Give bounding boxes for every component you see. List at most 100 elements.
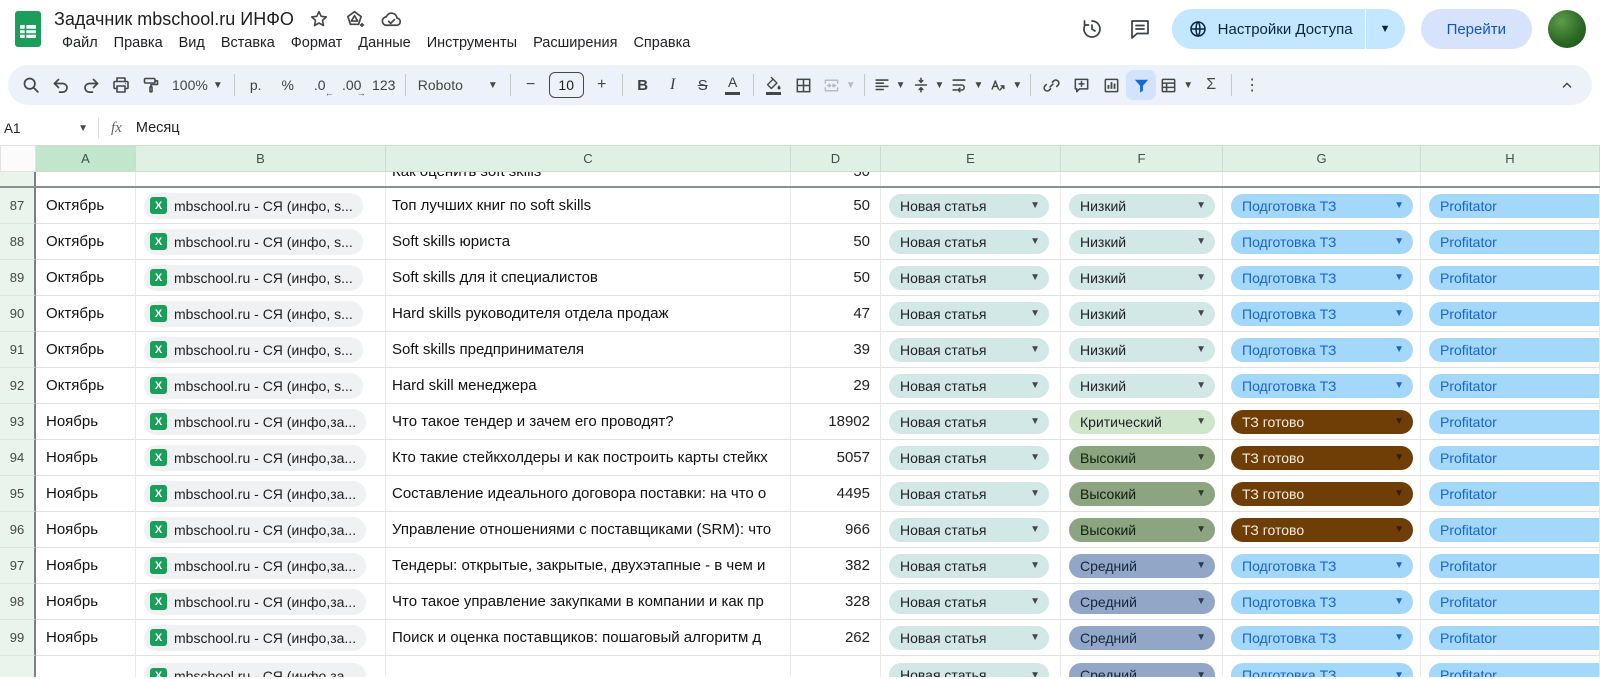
name-box[interactable]: A1▼ (0, 121, 98, 136)
menu-item[interactable]: Справка (625, 32, 698, 54)
text-color-button[interactable]: A (718, 70, 748, 100)
cell-priority[interactable]: Низкий▼ (1061, 368, 1223, 404)
owner-chip[interactable]: Profitator (1429, 338, 1600, 362)
cell-volume[interactable]: 262 (791, 620, 881, 656)
row-number[interactable]: 99 (0, 620, 36, 656)
format-percent-button[interactable]: % (272, 70, 304, 100)
cell-owner[interactable]: Profitator (1421, 548, 1600, 584)
row-number[interactable] (0, 172, 36, 186)
cell-status[interactable]: Новая статья▼ (881, 224, 1061, 260)
source-file-chip[interactable]: X mbschool.ru - СЯ (инфо, s... (144, 229, 363, 255)
cell-owner[interactable]: Profitator (1421, 332, 1600, 368)
text-wrap-button[interactable]: ▼ (947, 70, 986, 100)
cell-volume[interactable]: 29 (791, 368, 881, 404)
search-button[interactable] (16, 70, 46, 100)
cell-stage[interactable]: Подготовка ТЗ▼ (1223, 368, 1421, 404)
merge-cells-button[interactable]: ▼ (819, 70, 859, 100)
source-file-chip[interactable]: X mbschool.ru - СЯ (инфо,за... (144, 409, 366, 435)
go-button[interactable]: Перейти (1421, 9, 1532, 49)
cell-title[interactable]: Составление идеального договора поставки… (386, 476, 791, 512)
more-formats-button[interactable]: 123 (368, 70, 400, 100)
row-number[interactable]: 98 (0, 584, 36, 620)
cell-title[interactable]: Кто такие стейкхолдеры и как построить к… (386, 440, 791, 476)
stage-dropdown-chip[interactable]: Подготовка ТЗ▼ (1231, 230, 1413, 254)
cell-volume[interactable]: 382 (791, 548, 881, 584)
priority-dropdown-chip[interactable]: Высокий▼ (1069, 518, 1215, 542)
priority-dropdown-chip[interactable]: Критический▼ (1069, 410, 1215, 434)
vertical-align-button[interactable]: ▼ (909, 70, 948, 100)
cell-owner[interactable]: Profitator (1421, 620, 1600, 656)
cell-priority[interactable]: Высокий▼ (1061, 440, 1223, 476)
stage-dropdown-chip[interactable]: ТЗ готово▼ (1231, 482, 1413, 506)
cell-month[interactable] (36, 172, 136, 186)
priority-dropdown-chip[interactable]: Средний▼ (1069, 554, 1215, 578)
select-all-corner[interactable] (0, 145, 36, 172)
cell-source[interactable]: X mbschool.ru - СЯ (инфо,за... (136, 620, 386, 656)
cell-stage[interactable]: ТЗ готово▼ (1223, 512, 1421, 548)
owner-chip[interactable]: Profitator (1429, 410, 1600, 434)
cell-status[interactable]: Новая статья▼ (881, 296, 1061, 332)
partial-row-top[interactable]: Как оценить soft skills 50 (0, 172, 1600, 186)
row-number[interactable]: 93 (0, 404, 36, 440)
status-dropdown-chip[interactable]: Новая статья▼ (889, 663, 1049, 677)
row-number[interactable]: 94 (0, 440, 36, 476)
priority-dropdown-chip[interactable]: Низкий▼ (1069, 338, 1215, 362)
cell-volume[interactable]: 50 (791, 224, 881, 260)
cell-title[interactable] (386, 656, 791, 677)
source-file-chip[interactable]: X mbschool.ru - СЯ (инфо,за... (144, 663, 366, 677)
cell-status[interactable]: Новая статья▼ (881, 620, 1061, 656)
column-header-G[interactable]: G (1223, 145, 1421, 172)
cell-month[interactable]: Ноябрь (36, 440, 136, 476)
priority-dropdown-chip[interactable]: Низкий▼ (1069, 230, 1215, 254)
stage-dropdown-chip[interactable]: Подготовка ТЗ▼ (1231, 663, 1413, 677)
cell-volume[interactable]: 328 (791, 584, 881, 620)
cell-source[interactable]: X mbschool.ru - СЯ (инфо, s... (136, 188, 386, 224)
cell-stage[interactable]: Подготовка ТЗ▼ (1223, 584, 1421, 620)
cell-source[interactable]: X mbschool.ru - СЯ (инфо, s... (136, 368, 386, 404)
cell-month[interactable]: Ноябрь (36, 620, 136, 656)
stage-dropdown-chip[interactable]: Подготовка ТЗ▼ (1231, 626, 1413, 650)
stage-dropdown-chip[interactable]: Подготовка ТЗ▼ (1231, 590, 1413, 614)
cell-status[interactable] (881, 172, 1061, 186)
source-file-chip[interactable]: X mbschool.ru - СЯ (инфо,за... (144, 589, 366, 615)
status-dropdown-chip[interactable]: Новая статья▼ (889, 230, 1049, 254)
status-dropdown-chip[interactable]: Новая статья▼ (889, 554, 1049, 578)
cell-status[interactable]: Новая статья▼ (881, 512, 1061, 548)
status-dropdown-chip[interactable]: Новая статья▼ (889, 266, 1049, 290)
row-number[interactable]: 90 (0, 296, 36, 332)
cell-stage[interactable]: Подготовка ТЗ▼ (1223, 548, 1421, 584)
cell-source[interactable]: X mbschool.ru - СЯ (инфо,за... (136, 656, 386, 677)
filter-views-button[interactable]: ▼ (1156, 70, 1196, 100)
cell-title[interactable]: Что такое управление закупками в компани… (386, 584, 791, 620)
cell-stage[interactable]: Подготовка ТЗ▼ (1223, 224, 1421, 260)
comments-icon[interactable] (1124, 13, 1156, 45)
cell-owner[interactable]: Profitator (1421, 368, 1600, 404)
menu-item[interactable]: Формат (283, 32, 351, 54)
cell-stage[interactable]: Подготовка ТЗ▼ (1223, 296, 1421, 332)
priority-dropdown-chip[interactable]: Низкий▼ (1069, 266, 1215, 290)
priority-dropdown-chip[interactable]: Низкий▼ (1069, 302, 1215, 326)
owner-chip[interactable]: Profitator (1429, 230, 1600, 254)
cell-priority[interactable]: Низкий▼ (1061, 188, 1223, 224)
cell-priority[interactable]: Средний▼ (1061, 548, 1223, 584)
column-header-D[interactable]: D (791, 145, 881, 172)
font-size-input[interactable]: 10 (549, 72, 584, 98)
cell-month[interactable]: Октябрь (36, 368, 136, 404)
cell-title[interactable]: Что такое тендер и зачем его проводят? (386, 404, 791, 440)
cell-stage[interactable]: Подготовка ТЗ▼ (1223, 188, 1421, 224)
cell-status[interactable]: Новая статья▼ (881, 332, 1061, 368)
owner-chip[interactable]: Profitator (1429, 482, 1600, 506)
star-icon[interactable] (309, 9, 329, 29)
undo-button[interactable] (46, 70, 76, 100)
owner-chip[interactable]: Profitator (1429, 554, 1600, 578)
cell-month[interactable]: Ноябрь (36, 404, 136, 440)
cell-volume[interactable]: 39 (791, 332, 881, 368)
stage-dropdown-chip[interactable]: ТЗ готово▼ (1231, 446, 1413, 470)
stage-dropdown-chip[interactable]: Подготовка ТЗ▼ (1231, 338, 1413, 362)
cell-volume[interactable]: 4495 (791, 476, 881, 512)
status-dropdown-chip[interactable]: Новая статья▼ (889, 482, 1049, 506)
cell-source[interactable]: X mbschool.ru - СЯ (инфо, s... (136, 296, 386, 332)
cell-owner[interactable]: Profitator (1421, 476, 1600, 512)
cell-title[interactable]: Soft skills юриста (386, 224, 791, 260)
row-number[interactable]: 87 (0, 188, 36, 224)
